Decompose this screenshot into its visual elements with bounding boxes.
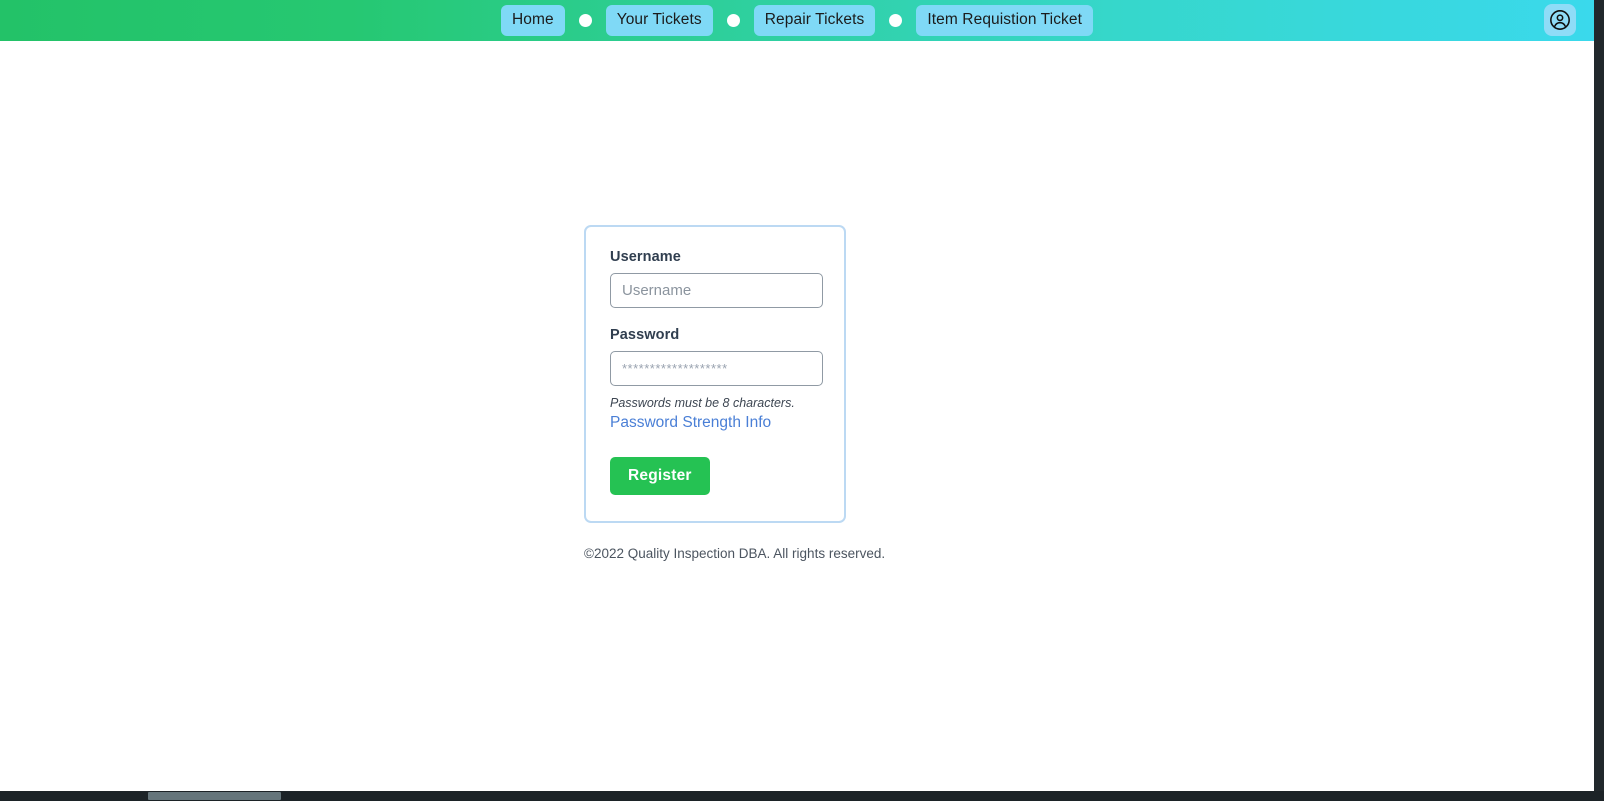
nav-item-item-requistion-ticket[interactable]: Item Requistion Ticket (916, 5, 1094, 36)
username-input[interactable] (610, 273, 823, 308)
browser-viewport: Home Your Tickets Repair Tickets Item Re… (0, 0, 1604, 801)
vertical-scrollbar[interactable] (1594, 0, 1604, 791)
dot-separator-icon (578, 14, 592, 27)
nav-item-your-tickets[interactable]: Your Tickets (605, 5, 713, 36)
dot-separator-icon (726, 14, 740, 27)
nav-item-home[interactable]: Home (500, 5, 565, 36)
password-input[interactable] (610, 351, 823, 386)
account-circle-icon (1549, 9, 1571, 31)
password-hint: Passwords must be 8 characters. (610, 396, 795, 410)
username-label: Username (610, 249, 681, 265)
horizontal-scrollbar[interactable] (0, 791, 1604, 801)
page-area: Home Your Tickets Repair Tickets Item Re… (0, 0, 1594, 791)
password-strength-info-link[interactable]: Password Strength Info (610, 414, 771, 432)
main-content: Username Password Passwords must be 8 ch… (0, 41, 1594, 791)
nav-item-repair-tickets[interactable]: Repair Tickets (753, 5, 876, 36)
register-card: Username Password Passwords must be 8 ch… (584, 225, 846, 523)
account-button[interactable] (1544, 4, 1576, 36)
dot-separator-icon (889, 14, 903, 27)
navbar-links: Home Your Tickets Repair Tickets Item Re… (500, 5, 1094, 36)
register-button[interactable]: Register (610, 457, 710, 495)
top-navbar: Home Your Tickets Repair Tickets Item Re… (0, 0, 1594, 41)
password-label: Password (610, 327, 680, 343)
footer-copyright: ©2022 Quality Inspection DBA. All rights… (584, 546, 886, 561)
horizontal-scrollbar-thumb[interactable] (148, 792, 281, 800)
